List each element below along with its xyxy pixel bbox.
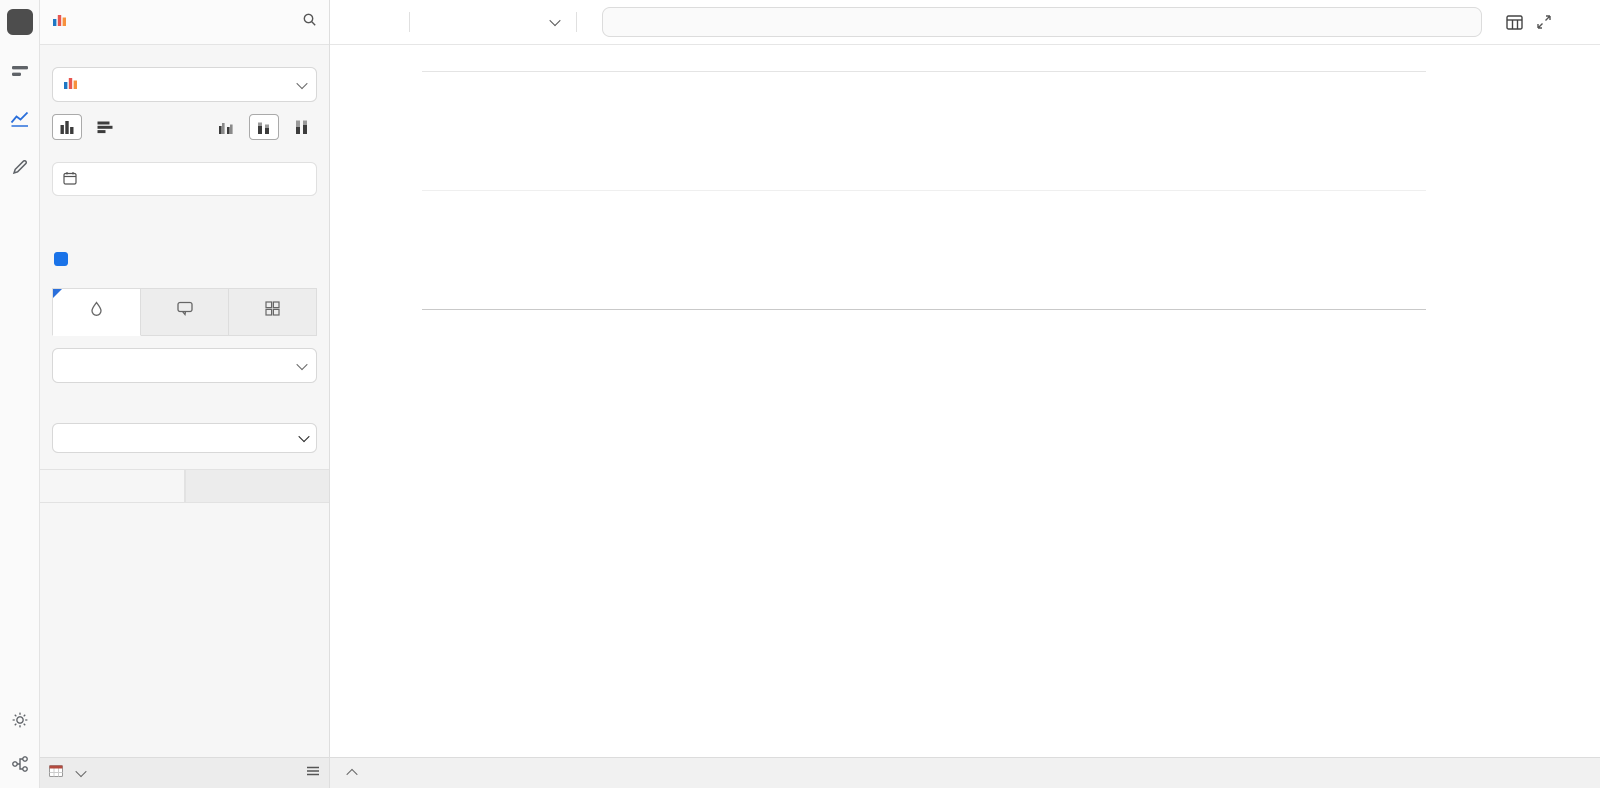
toolbar-divider (576, 12, 577, 32)
chart-element[interactable] (330, 45, 1600, 370)
sidebar-body (40, 45, 329, 757)
redo-button[interactable] (372, 8, 400, 36)
y-axis (336, 71, 422, 309)
chevron-down-icon (298, 430, 310, 443)
chart-element-panel-icon[interactable] (8, 107, 32, 131)
settings-gear-icon[interactable] (8, 708, 32, 732)
aggregate-checkbox[interactable] (54, 252, 68, 266)
page-panel-icon[interactable] (8, 59, 32, 83)
left-rail (0, 0, 40, 788)
plot-area (422, 71, 1426, 310)
connections-icon[interactable] (8, 752, 32, 776)
chevron-up-icon[interactable] (346, 768, 358, 781)
increase-decimal-button[interactable] (509, 8, 537, 36)
tooltip-bubble-icon (176, 301, 193, 319)
datasource-bar[interactable] (40, 757, 329, 788)
decrease-decimal-button[interactable] (479, 8, 507, 36)
legend (1438, 63, 1598, 69)
data-grid-toggle[interactable] (1500, 8, 1528, 36)
tab-metrics[interactable] (184, 470, 329, 502)
marks-tabs (52, 288, 317, 336)
tab-trellis[interactable] (229, 288, 317, 336)
chevron-down-icon (75, 765, 87, 778)
tab-color[interactable] (52, 288, 141, 336)
color-droplet-icon (89, 300, 104, 320)
maximize-element-button[interactable] (1530, 8, 1558, 36)
currency-format-button[interactable] (419, 8, 447, 36)
formula-input[interactable] (602, 7, 1482, 37)
element-barchart-icon (52, 13, 67, 32)
add-element-button[interactable] (6, 9, 33, 35)
tab-columns[interactable] (40, 470, 185, 502)
status-bar (330, 757, 1600, 788)
canvas (330, 45, 1600, 757)
config-sidebar (40, 0, 330, 788)
number-format-dropdown[interactable] (539, 8, 567, 36)
gridline-overlay (422, 190, 1426, 191)
app-window (0, 0, 1600, 788)
subtype-stacked-100-bar[interactable] (287, 114, 317, 140)
x-labels (422, 312, 1426, 370)
undo-button[interactable] (342, 8, 370, 36)
x-axis-baseline (422, 309, 1426, 310)
percent-format-button[interactable] (449, 8, 477, 36)
subtype-grouped-bar[interactable] (211, 114, 241, 140)
aggregate-values-row (54, 252, 315, 266)
tab-tooltip[interactable] (141, 288, 229, 336)
y-axis-field[interactable] (52, 218, 317, 246)
subtype-stacked-bar[interactable] (249, 114, 279, 140)
trellis-grid-icon (265, 301, 280, 319)
more-options-kebab[interactable] (1560, 8, 1588, 36)
palette-strip (57, 428, 292, 448)
chevron-down-icon (296, 358, 308, 370)
sidebar-header (40, 0, 329, 45)
x-axis-field[interactable] (52, 162, 317, 196)
chevron-down-icon (549, 14, 561, 27)
annotate-pen-icon[interactable] (8, 155, 32, 179)
calendar-icon (63, 171, 77, 188)
bar-chart-type-icon (63, 76, 78, 93)
rail-bottom (8, 708, 32, 788)
chevron-down-icon (296, 77, 308, 89)
panel-tabs (40, 469, 329, 503)
dataset-icon (49, 764, 63, 782)
main-area (330, 0, 1600, 788)
search-icon[interactable] (302, 12, 317, 32)
color-mode-dropdown[interactable] (52, 348, 317, 383)
color-field[interactable] (52, 395, 317, 423)
bar-subtype-row (52, 114, 317, 140)
lineage-list-icon[interactable] (306, 764, 320, 782)
toolbar-divider (409, 12, 410, 32)
viz-type-dropdown[interactable] (52, 67, 317, 102)
toolbar (330, 0, 1600, 45)
subtype-vertical-bar[interactable] (52, 114, 82, 140)
subtype-horizontal-bar[interactable] (90, 114, 120, 140)
palette-dropdown[interactable] (52, 423, 317, 453)
